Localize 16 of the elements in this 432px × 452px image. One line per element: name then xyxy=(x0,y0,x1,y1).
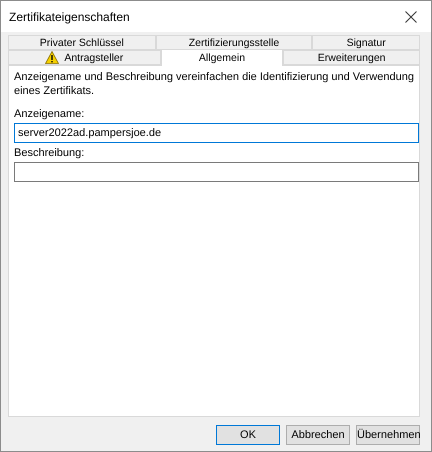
dialog-button[interactable]: OK xyxy=(216,425,280,445)
close-icon xyxy=(405,10,417,22)
field-label: Beschreibung: xyxy=(14,147,86,159)
tab[interactable]: Erweiterungen xyxy=(283,50,420,65)
dialog-button[interactable]: Übernehmen xyxy=(356,425,420,445)
field-label: Anzeigename: xyxy=(14,108,86,120)
tab[interactable]: Privater Schlüssel xyxy=(8,35,156,50)
description-text: Anzeigename und Beschreibung vereinfachen die Identifizierung und Verwendung eines Zertifikats. xyxy=(14,70,415,98)
tab[interactable]: Zertifizierungsstelle xyxy=(156,35,312,50)
tab[interactable]: Signatur xyxy=(312,35,420,50)
dialog-button[interactable]: Abbrechen xyxy=(286,425,350,445)
input-field[interactable] xyxy=(14,162,419,182)
window-title: Zertifikateigenschaften xyxy=(9,10,130,24)
input-field[interactable]: server2022ad.pampersjoe.de xyxy=(14,123,419,143)
tab[interactable]: Antragsteller xyxy=(8,50,161,65)
tab[interactable]: Allgemein xyxy=(160,49,284,66)
